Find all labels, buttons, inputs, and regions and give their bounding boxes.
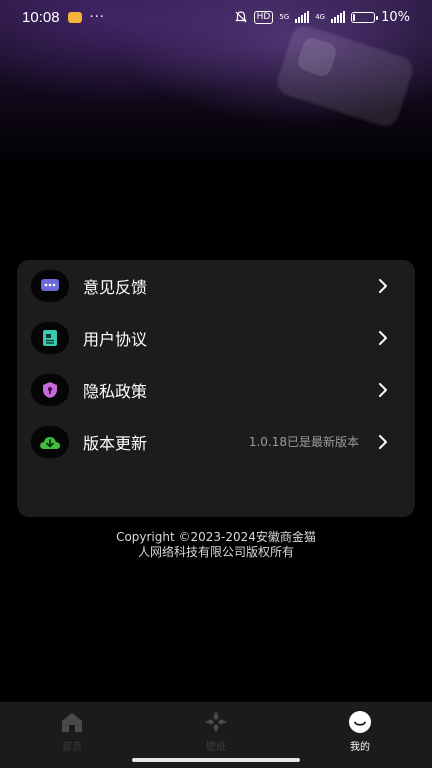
nav-tab-label: 壁纸: [206, 742, 226, 753]
menu-item-label: 隐私政策: [83, 382, 148, 401]
hd-voice-badge: HD: [253, 10, 274, 24]
copyright-line-1: Copyright ©2023-2024安徽商金猫: [116, 530, 316, 544]
chevron-right-icon: [379, 279, 387, 293]
version-status-text: 1.0.18已是最新版本: [248, 435, 359, 449]
menu-item-label: 意见反馈: [83, 278, 148, 297]
signal-strength-icon-2: [331, 11, 346, 23]
chevron-right-icon: [379, 383, 387, 397]
agreement-document-icon: [31, 322, 69, 354]
nav-tab-wallpaper[interactable]: 壁纸: [144, 702, 288, 754]
home-icon: [60, 710, 84, 734]
network-4g-label: 4G: [315, 12, 326, 21]
network-5g-label: 5G: [279, 12, 290, 21]
battery-percentage: 10%: [381, 9, 410, 25]
nav-tab-label: 首页: [62, 742, 82, 753]
nav-tab-mine[interactable]: 我的: [288, 702, 432, 754]
gallery-notification-icon: [67, 11, 82, 23]
menu-item-label: 用户协议: [83, 330, 148, 349]
header-background: [0, 0, 432, 240]
battery-level-fill: [353, 13, 356, 21]
mute-bell-icon: [234, 11, 247, 23]
home-indicator[interactable]: [132, 758, 300, 762]
status-time: 10:08: [22, 8, 60, 26]
menu-item-feedback[interactable]: 意见反馈: [17, 260, 415, 312]
settings-menu-card: 意见反馈 用户协议 隐私政策 版本更新 1.0.18已是最新版本: [17, 260, 415, 517]
feedback-chat-icon: [31, 270, 69, 302]
chevron-right-icon: [379, 331, 387, 345]
menu-item-label: 版本更新: [83, 434, 148, 453]
nav-tab-label: 我的: [350, 742, 370, 753]
bottom-navigation: 首页 壁纸 我的: [0, 702, 432, 754]
profile-smile-icon: [348, 710, 372, 734]
privacy-shield-icon: [31, 374, 69, 406]
wallpaper-icon: [204, 710, 228, 734]
menu-item-version-update[interactable]: 版本更新 1.0.18已是最新版本: [17, 416, 415, 468]
header-decoration: [273, 22, 417, 130]
menu-item-user-agreement[interactable]: 用户协议: [17, 312, 415, 364]
signal-strength-icon: [295, 11, 310, 23]
more-notifications-icon: ···: [89, 9, 105, 25]
cloud-download-icon: [31, 426, 69, 458]
chevron-right-icon: [379, 435, 387, 449]
nav-tab-home[interactable]: 首页: [0, 702, 144, 754]
battery-icon: [351, 11, 379, 23]
status-bar: 10:08 ··· HD 5G 4G 10%: [0, 0, 432, 34]
copyright-line-2: 人网络科技有限公司版权所有: [137, 545, 294, 559]
copyright-text: Copyright ©2023-2024安徽商金猫 人网络科技有限公司版权所有: [0, 530, 432, 560]
menu-item-privacy-policy[interactable]: 隐私政策: [17, 364, 415, 416]
